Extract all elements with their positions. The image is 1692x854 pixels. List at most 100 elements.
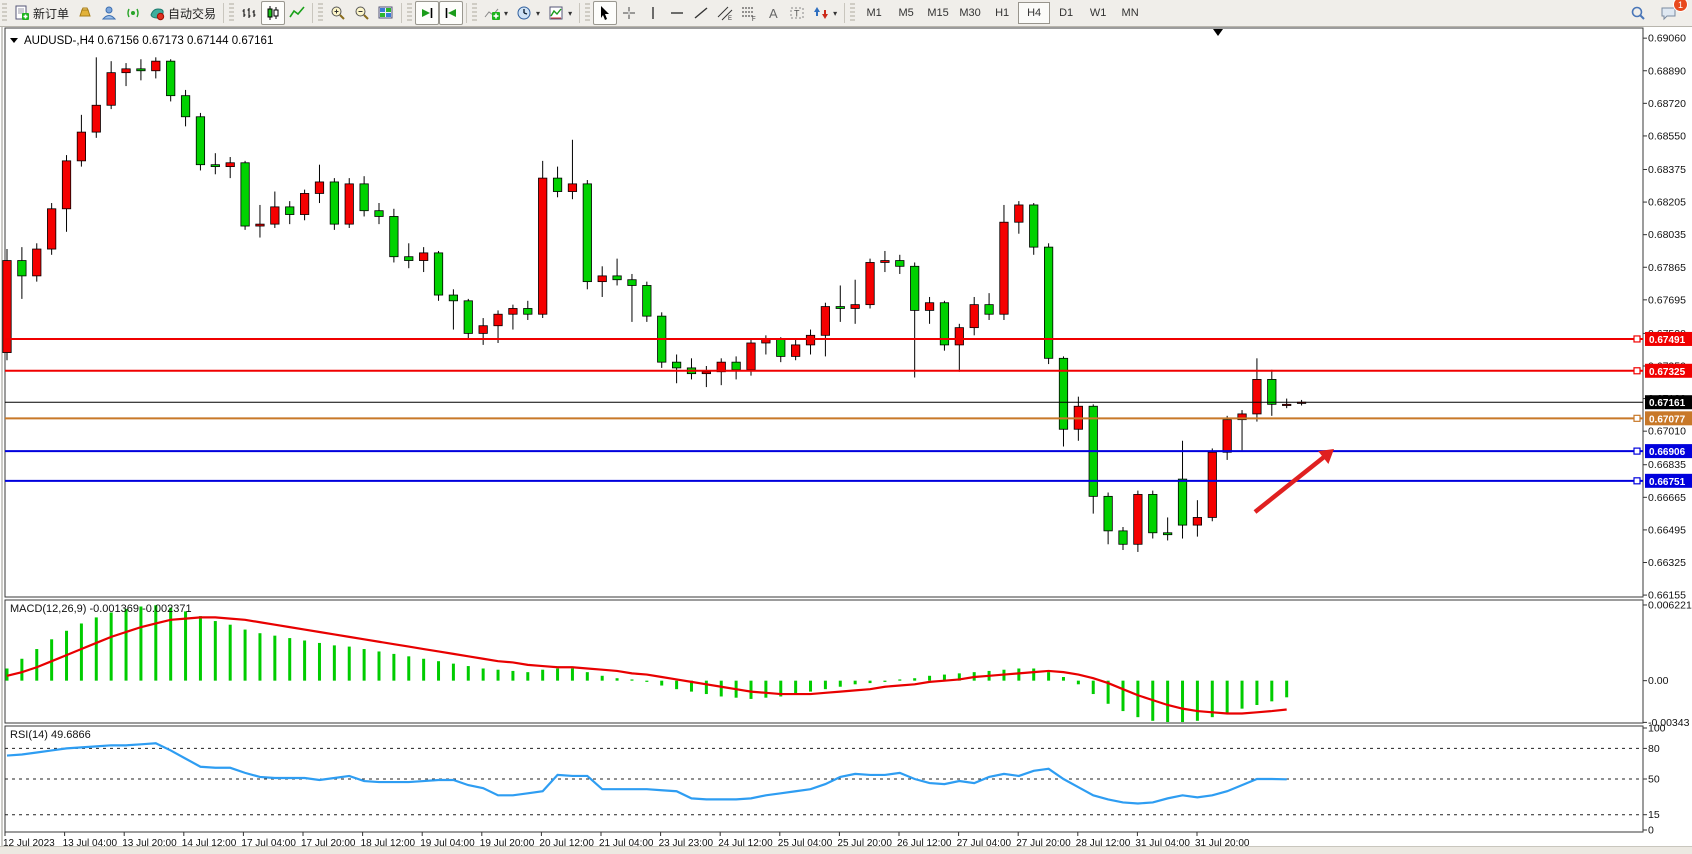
line-endpoint-handle[interactable]	[1634, 368, 1640, 374]
candlestick	[1223, 420, 1231, 453]
chevron-down-icon[interactable]: ▾	[536, 9, 540, 18]
candlestick	[33, 249, 41, 276]
line-endpoint-handle[interactable]	[1634, 478, 1640, 484]
candlestick	[62, 161, 70, 209]
search-icon	[1630, 5, 1646, 21]
text-label-button[interactable]: T	[785, 1, 809, 25]
fibonacci-button[interactable]: F	[737, 1, 761, 25]
trendline-button[interactable]	[689, 1, 713, 25]
svg-text:F: F	[752, 17, 756, 21]
trendline-tool-icon	[693, 5, 709, 21]
svg-text:T: T	[794, 9, 800, 19]
indicators-button[interactable]: ▾	[480, 1, 512, 25]
zoom-out-icon	[354, 5, 370, 21]
chevron-down-icon[interactable]: ▾	[833, 9, 837, 18]
price-tick-label: 0.67865	[1648, 262, 1686, 274]
candlestick	[405, 257, 413, 261]
svg-text:A: A	[769, 6, 778, 21]
candlestick	[910, 266, 918, 310]
bar-chart-button[interactable]	[237, 1, 261, 25]
chart-shift-button[interactable]	[439, 1, 463, 25]
toolbar-right-group: 1	[1626, 1, 1692, 25]
time-axis-label: 28 Jul 12:00	[1076, 838, 1131, 846]
candlestick	[553, 178, 561, 191]
candlestick	[1119, 531, 1127, 544]
toolbar-grip	[850, 3, 855, 23]
candlestick	[152, 61, 160, 71]
periods-button[interactable]: ▾	[512, 1, 544, 25]
time-axis-label: 17 Jul 20:00	[301, 838, 356, 846]
time-axis-label: 12 Jul 2023	[3, 838, 55, 846]
timeframe-button-m1[interactable]: M1	[858, 2, 890, 24]
candlestick	[851, 305, 859, 309]
new-order-button[interactable]: 新订单	[10, 1, 73, 25]
price-tick-label: 0.68550	[1648, 130, 1686, 142]
search-button[interactable]	[1626, 1, 1650, 25]
line-endpoint-handle[interactable]	[1634, 336, 1640, 342]
timeframe-button-w1[interactable]: W1	[1082, 2, 1114, 24]
candlestick	[1030, 205, 1038, 247]
time-axis-label: 31 Jul 04:00	[1135, 838, 1190, 846]
text-button[interactable]: A	[761, 1, 785, 25]
timeframe-button-d1[interactable]: D1	[1050, 2, 1082, 24]
rsi-title: RSI(14) 49.6866	[10, 729, 91, 741]
profile-button[interactable]	[97, 1, 121, 25]
toolbar-separator	[844, 3, 845, 23]
signals-button[interactable]	[121, 1, 145, 25]
time-axis-label: 17 Jul 04:00	[241, 838, 296, 846]
timeframe-button-m5[interactable]: M5	[890, 2, 922, 24]
symbol-info: AUDUSD-,H4 0.67156 0.67173 0.67144 0.671…	[10, 35, 273, 47]
timeframe-button-m15[interactable]: M15	[922, 2, 954, 24]
candlestick	[747, 343, 755, 370]
price-tick-label: 0.68205	[1648, 197, 1686, 209]
chevron-down-icon[interactable]: ▾	[504, 9, 508, 18]
tile-windows-button[interactable]	[374, 1, 398, 25]
periods-clock-icon	[516, 5, 532, 21]
timeframe-button-mn[interactable]: MN	[1114, 2, 1146, 24]
price-tick-label: 0.67010	[1648, 426, 1686, 438]
templates-button[interactable]: ▾	[544, 1, 576, 25]
toolbar-grip	[585, 3, 590, 23]
line-endpoint-handle[interactable]	[1634, 415, 1640, 421]
arrows-button[interactable]: ▾	[809, 1, 841, 25]
candlestick	[1253, 379, 1261, 414]
macd-tick-label: 0.00	[1648, 675, 1669, 687]
candlestick-button[interactable]	[261, 1, 285, 25]
candlestick	[47, 209, 55, 249]
candlestick	[345, 184, 353, 224]
macd-pane	[5, 600, 1643, 723]
price-label-badge-text: 0.66751	[1649, 477, 1686, 488]
zoom-in-button[interactable]	[326, 1, 350, 25]
time-axis-label: 21 Jul 04:00	[599, 838, 654, 846]
auto-scroll-button[interactable]	[415, 1, 439, 25]
price-tick-label: 0.68890	[1648, 65, 1686, 77]
profile-icon	[101, 5, 117, 21]
autotrading-icon	[149, 5, 165, 21]
chat-button[interactable]: 1	[1656, 1, 1682, 25]
timeframe-button-h4[interactable]: H4	[1018, 2, 1050, 24]
candlestick	[1134, 494, 1142, 544]
mt4-window: 新订单 自动交易 ▾ ▾ ▾ E F A T ▾ M1M5M15M30H1H4D1W1MN 1 0.6…	[0, 0, 1692, 854]
chart-area[interactable]: 0.690600.688900.687200.685500.683750.682…	[0, 27, 1692, 846]
channel-button[interactable]: E	[713, 1, 737, 25]
candlestick	[449, 295, 457, 301]
crosshair-button[interactable]	[617, 1, 641, 25]
gold-button[interactable]	[73, 1, 97, 25]
time-axis-label: 19 Jul 04:00	[420, 838, 475, 846]
autotrading-button[interactable]: 自动交易	[145, 1, 220, 25]
candlestick-icon	[265, 5, 281, 21]
candlestick	[1000, 222, 1008, 314]
zoom-out-button[interactable]	[350, 1, 374, 25]
cursor-button[interactable]	[593, 1, 617, 25]
candlestick	[777, 339, 785, 356]
line-chart-button[interactable]	[285, 1, 309, 25]
line-endpoint-handle[interactable]	[1634, 448, 1640, 454]
candlestick	[643, 285, 651, 316]
timeframe-button-m30[interactable]: M30	[954, 2, 986, 24]
price-tick-label: 0.66325	[1648, 557, 1686, 569]
horizontal-line-button[interactable]	[665, 1, 689, 25]
vertical-line-button[interactable]	[641, 1, 665, 25]
timeframe-button-h1[interactable]: H1	[986, 2, 1018, 24]
rsi-tick-label: 50	[1648, 774, 1660, 786]
chevron-down-icon[interactable]: ▾	[568, 9, 572, 18]
